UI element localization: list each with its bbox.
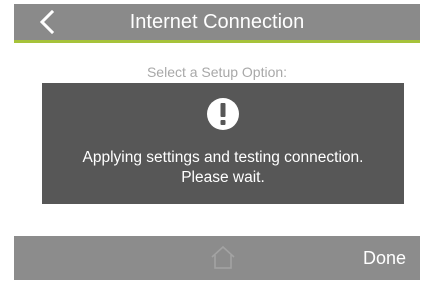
header-bar: Internet Connection bbox=[14, 4, 420, 43]
dialog-message-line-2: Please wait. bbox=[181, 169, 265, 186]
back-button[interactable] bbox=[34, 8, 60, 36]
home-icon[interactable] bbox=[209, 244, 237, 270]
done-button[interactable]: Done bbox=[363, 236, 406, 280]
dialog-message: Applying settings and testing connection… bbox=[42, 148, 404, 188]
progress-dialog: Applying settings and testing connection… bbox=[42, 83, 404, 204]
footer-bar: Done bbox=[14, 236, 420, 280]
chevron-left-icon bbox=[40, 10, 54, 34]
exclamation-circle-icon bbox=[207, 98, 239, 130]
app-screen: Internet Connection Select a Setup Optio… bbox=[14, 4, 420, 280]
page-title: Internet Connection bbox=[129, 11, 305, 33]
dialog-message-line-1: Applying settings and testing connection… bbox=[82, 149, 364, 166]
setup-option-prompt: Select a Setup Option: bbox=[146, 64, 288, 80]
